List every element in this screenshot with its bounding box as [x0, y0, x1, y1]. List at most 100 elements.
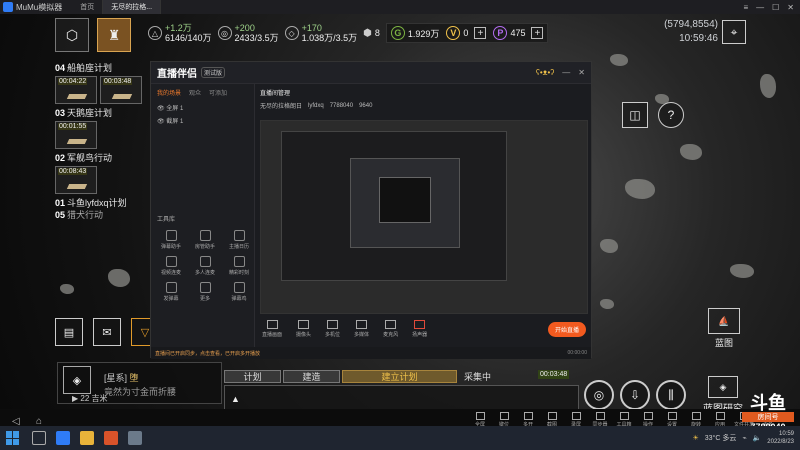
- collecting-status: 采集中: [464, 372, 492, 382]
- streamer-app-icon[interactable]: [104, 431, 118, 445]
- tool-item[interactable]: 主播日历: [223, 230, 255, 250]
- map-pin-button[interactable]: ⌖: [722, 20, 746, 44]
- minimize-icon[interactable]: —: [756, 3, 764, 12]
- resource-deuterium[interactable]: ◇ +170 1.038万/3.5万: [284, 23, 357, 43]
- fleet-button[interactable]: ⬡: [55, 18, 89, 52]
- minimize-icon[interactable]: —: [562, 68, 570, 77]
- help-button[interactable]: ?: [658, 102, 684, 128]
- tab-create-plan[interactable]: 建立计划: [342, 370, 457, 383]
- notes-button[interactable]: ▤: [55, 318, 83, 346]
- ship-icon: [111, 94, 133, 99]
- screenshot-icon: [547, 412, 557, 420]
- streamer-window[interactable]: 直播伴侣 测试版 ʕ•ᴥ•ʔ — ✕ 我的场景 观众 可添加 👁 全屏 1 👁 …: [150, 61, 592, 359]
- planet-avatar-icon: ◈: [63, 366, 91, 394]
- asteroid: [730, 264, 754, 278]
- asteroid: [760, 74, 776, 98]
- plan-title[interactable]: 05 猎犬行动: [55, 210, 150, 221]
- blueprint-button[interactable]: ⛵ 蓝图: [704, 308, 744, 350]
- fleet-card[interactable]: 00:03:48: [100, 76, 142, 104]
- fleet-card[interactable]: 00:04:22: [55, 76, 97, 104]
- tool-item[interactable]: 精彩时刻: [223, 256, 255, 276]
- maximize-icon[interactable]: ☐: [772, 3, 779, 12]
- plan-title[interactable]: 02 军舰鸟行动: [55, 153, 150, 164]
- scene-item[interactable]: 👁 全屏 1: [151, 101, 254, 114]
- start-live-button[interactable]: 开始直播: [547, 321, 586, 337]
- windows-taskbar: ☀ 33°C 多云 ⌁ 🔈 10:59 2022/8/23: [0, 426, 800, 450]
- energy-indicator[interactable]: ⬢ 8: [363, 28, 380, 39]
- emulator-title-bar: MuMu模拟器 首页 无尽的拉格... ≡ — ☐ ✕: [0, 0, 800, 14]
- spiral-icon: ◎: [593, 388, 605, 402]
- coordinates-readout: (5794,8554) 10:59:46: [664, 19, 718, 44]
- research-icon: ◈: [708, 376, 738, 398]
- more-icon: [199, 282, 211, 293]
- volume-icon[interactable]: 🔈: [753, 434, 762, 442]
- bear-icon[interactable]: ʕ•ᴥ•ʔ: [536, 68, 554, 77]
- tool-item[interactable]: 弹幕助手: [155, 230, 187, 250]
- close-icon[interactable]: ✕: [578, 68, 585, 77]
- tool-item[interactable]: 发弹幕: [155, 282, 187, 302]
- highlight-icon: [233, 256, 245, 267]
- multicam-button[interactable]: 多机位: [325, 320, 340, 338]
- camera-button[interactable]: 摄像头: [296, 320, 311, 338]
- add-premium-button[interactable]: +: [531, 27, 544, 39]
- network-icon[interactable]: ⌁: [742, 434, 746, 442]
- tool-item[interactable]: 房管助手: [189, 230, 221, 250]
- recall-button[interactable]: ⇩: [620, 380, 650, 409]
- plan-title[interactable]: 03 天鹅座计划: [55, 108, 150, 119]
- resource-metal[interactable]: △ +1.2万 6146/140万: [148, 23, 212, 43]
- fleet-card[interactable]: 00:01:55: [55, 121, 97, 149]
- tab-build[interactable]: 建造: [283, 370, 340, 383]
- operate-icon: [643, 412, 653, 420]
- tool-item[interactable]: 视频连麦: [155, 256, 187, 276]
- apps-icon: [715, 412, 725, 420]
- tab-addable[interactable]: 可添加: [209, 88, 227, 97]
- video-icon: [165, 256, 177, 267]
- windows-start-icon[interactable]: [6, 431, 20, 445]
- fleet-card[interactable]: 00:08:43: [55, 166, 97, 194]
- resource-crystal[interactable]: ◎ +200 2433/3.5万: [217, 23, 279, 43]
- tool-item[interactable]: 多人连麦: [189, 256, 221, 276]
- emulator-title: MuMu模拟器: [16, 2, 63, 12]
- action-body[interactable]: ▲: [224, 385, 579, 409]
- search-icon[interactable]: [32, 431, 46, 445]
- taskbar-clock[interactable]: 10:59 2022/8/23: [767, 430, 794, 446]
- cube-button[interactable]: ◫: [622, 102, 648, 128]
- media-button[interactable]: 多媒体: [354, 320, 369, 338]
- collect-timer: 00:03:48: [538, 370, 570, 379]
- streamer-controls: 直播画面 摄像头 多机位 多媒体 麦克风 扬声器 开始直播: [256, 314, 592, 344]
- speaker-button[interactable]: 扬声器: [412, 320, 427, 338]
- add-currency-button[interactable]: +: [474, 27, 487, 39]
- tab-game[interactable]: 无尽的拉格...: [103, 0, 162, 14]
- game-viewport[interactable]: ⬡ ♜ △ +1.2万 6146/140万 ◎ +200 2433/3.5万 ◇ +…: [0, 14, 800, 409]
- fleet-group-button[interactable]: ⫼: [656, 380, 686, 409]
- tab-audience[interactable]: 观众: [189, 88, 201, 97]
- tool-item[interactable]: 弹幕鸡: [223, 282, 255, 302]
- blueprint-research-button[interactable]: ◈ 蓝图研究: [700, 376, 746, 409]
- folder-icon[interactable]: [80, 431, 94, 445]
- premium-coin-icon: P: [493, 26, 508, 40]
- plan-title[interactable]: 04 船舶座计划: [55, 63, 150, 74]
- tab-home[interactable]: 首页: [72, 0, 104, 14]
- capture-button[interactable]: 直播画面: [262, 320, 282, 338]
- browser-icon[interactable]: [56, 431, 70, 445]
- tool-item[interactable]: 更多: [189, 282, 221, 302]
- weather-text: 33°C 多云: [704, 435, 737, 442]
- mumu-app-icon[interactable]: [128, 431, 142, 445]
- chat-panel[interactable]: ◈ [星系] 堕 竟然为寸金而折腰 ▶ 22 吉米: [57, 362, 222, 404]
- tab-my-scenes[interactable]: 我的场景: [157, 88, 181, 97]
- window-controls: ≡ — ☐ ✕: [743, 3, 800, 12]
- base-button[interactable]: ♜: [97, 18, 131, 52]
- wormhole-button[interactable]: ◎: [584, 380, 614, 409]
- menu-icon[interactable]: ≡: [743, 3, 748, 12]
- tab-plan[interactable]: 计划: [224, 370, 281, 383]
- scene-item[interactable]: 👁 截屏 1: [151, 114, 254, 127]
- currency-bar: G 1.929万 V 0 + P 475 +: [385, 23, 549, 43]
- tools-title: 工具库: [157, 217, 176, 223]
- room-info: 无尽的拉格朗日 lyfdxq 7788040 9640: [260, 102, 373, 111]
- plan-title[interactable]: 01 斗鱼lyfdxq计划: [55, 198, 150, 209]
- stream-preview[interactable]: [260, 120, 588, 314]
- close-icon[interactable]: ✕: [787, 3, 794, 12]
- mic-button[interactable]: 麦克风: [383, 320, 398, 338]
- mail-button[interactable]: ✉: [93, 318, 121, 346]
- left-toolbar: ▤ ✉ ▽: [55, 318, 159, 346]
